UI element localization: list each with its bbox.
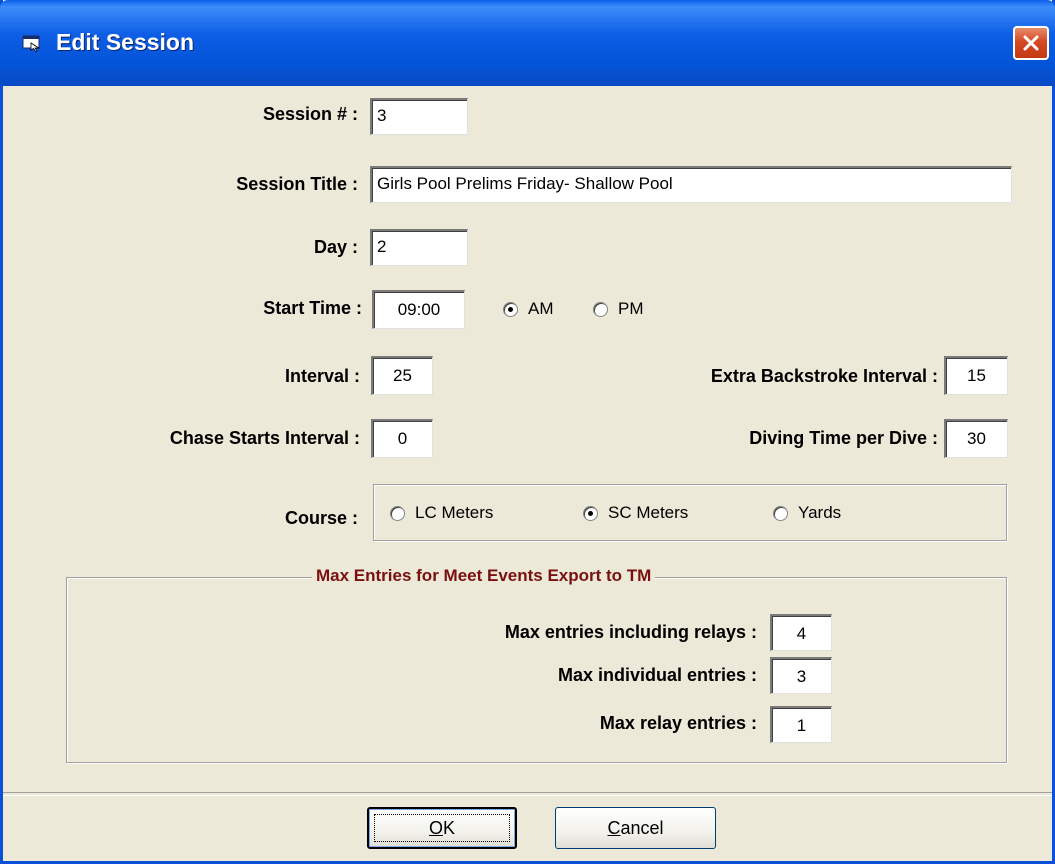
- course-yards-indicator: [773, 505, 788, 521]
- diving-time-per-dive-input[interactable]: 30: [944, 419, 1008, 458]
- max-individual-entries-input[interactable]: 3: [770, 657, 832, 694]
- course-sc-meters-radio[interactable]: SC Meters: [583, 503, 688, 523]
- footer-separator: [3, 792, 1052, 796]
- chase-starts-interval-label: Chase Starts Interval :: [169, 428, 360, 448]
- dialog-body: Session # : 3 Session Title : Girls Pool…: [3, 86, 1052, 864]
- session-number-label: Session # :: [262, 104, 358, 124]
- course-yards-label: Yards: [798, 503, 842, 522]
- diving-time-per-dive-label: Diving Time per Dive :: [749, 428, 938, 448]
- max-entries-including-relays-label: Max entries including relays :: [504, 622, 757, 642]
- close-x-icon: [1023, 35, 1039, 51]
- ok-button-focus-rect: [374, 814, 510, 842]
- course-lc-meters-indicator: [390, 505, 405, 521]
- course-lc-meters-radio[interactable]: LC Meters: [390, 503, 493, 523]
- edit-session-dialog: Edit Session Session # : 3 Session Title…: [0, 0, 1055, 864]
- app-window-icon: [22, 35, 41, 52]
- pm-radio-label: PM: [618, 299, 644, 318]
- start-time-label: Start Time :: [263, 298, 362, 318]
- max-individual-entries-label: Max individual entries :: [557, 665, 757, 685]
- course-sc-meters-label: SC Meters: [608, 503, 689, 522]
- max-entries-group: Max Entries for Meet Events Export to TM: [66, 566, 1007, 763]
- session-title-label: Session Title :: [236, 174, 358, 194]
- pm-radio[interactable]: PM: [593, 299, 644, 319]
- course-yards-radio[interactable]: Yards: [773, 503, 841, 523]
- day-input[interactable]: 2: [370, 229, 468, 266]
- cancel-button-accel: C: [607, 817, 621, 838]
- window-title: Edit Session: [56, 29, 195, 55]
- interval-label: Interval :: [284, 366, 360, 386]
- max-entries-including-relays-input[interactable]: 4: [770, 614, 832, 651]
- am-radio[interactable]: AM: [503, 299, 554, 319]
- session-number-input[interactable]: 3: [370, 98, 468, 135]
- ok-button[interactable]: OK: [367, 807, 517, 849]
- am-radio-indicator: [503, 301, 518, 317]
- extra-backstroke-interval-label: Extra Backstroke Interval :: [710, 366, 938, 386]
- interval-input[interactable]: 25: [371, 356, 433, 395]
- cancel-button[interactable]: Cancel: [555, 807, 716, 849]
- course-sc-meters-indicator: [583, 505, 598, 521]
- extra-backstroke-interval-input[interactable]: 15: [944, 356, 1008, 395]
- max-relay-entries-label: Max relay entries :: [599, 713, 757, 733]
- am-radio-label: AM: [528, 299, 554, 318]
- close-button[interactable]: [1013, 26, 1049, 60]
- session-title-input[interactable]: Girls Pool Prelims Friday- Shallow Pool: [370, 166, 1012, 203]
- start-time-input[interactable]: 09:00: [372, 290, 465, 329]
- cancel-button-label-rest: ancel: [620, 817, 664, 838]
- max-entries-group-title: Max Entries for Meet Events Export to TM: [312, 566, 656, 586]
- day-label: Day :: [313, 237, 358, 257]
- course-label: Course :: [284, 508, 358, 528]
- course-lc-meters-label: LC Meters: [415, 503, 494, 522]
- cancel-button-label: Cancel: [607, 818, 663, 839]
- pm-radio-indicator: [593, 301, 608, 317]
- chase-starts-interval-input[interactable]: 0: [371, 419, 433, 458]
- title-bar[interactable]: Edit Session: [0, 0, 1055, 86]
- max-relay-entries-input[interactable]: 1: [770, 706, 832, 743]
